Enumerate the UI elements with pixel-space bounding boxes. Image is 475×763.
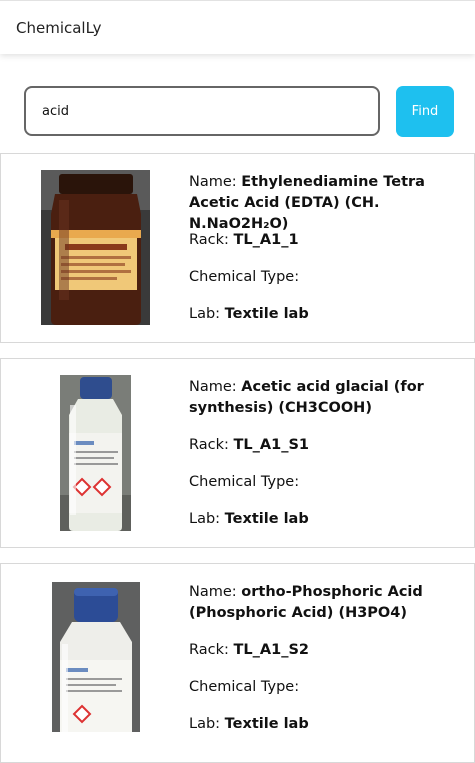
top-app-bar: ChemicalLy (0, 0, 475, 54)
lab-value: Textile lab (224, 716, 309, 732)
rack-row: Rack: TL_A1_S1 (189, 437, 309, 453)
name-row: Name: Ethylenediamine Tetra Acetic Acid … (189, 174, 425, 232)
result-card[interactable]: Name: Ethylenediamine Tetra Acetic Acid … (0, 153, 475, 343)
chemical-type-row: Chemical Type: (189, 269, 300, 285)
lab-value: Textile lab (224, 306, 309, 322)
name-row: Name: Acetic acid glacial (for synthesis… (189, 379, 424, 416)
app-title: ChemicalLy (16, 19, 102, 37)
search-input[interactable] (24, 86, 380, 136)
chemical-type-row: Chemical Type: (189, 679, 300, 695)
result-card[interactable]: Name: ortho-Phosphoric Acid (Phosphoric … (0, 563, 475, 763)
chemical-image (52, 582, 140, 732)
rack-value: TL_A1_S2 (233, 642, 309, 658)
rack-value: TL_A1_1 (233, 232, 299, 248)
lab-row: Lab: Textile lab (189, 716, 309, 732)
chemical-image (41, 170, 150, 325)
name-row: Name: ortho-Phosphoric Acid (Phosphoric … (189, 584, 423, 621)
rack-value: TL_A1_S1 (233, 437, 309, 453)
chemical-image (60, 375, 131, 531)
lab-row: Lab: Textile lab (189, 511, 309, 527)
result-card[interactable]: Name: Acetic acid glacial (for synthesis… (0, 358, 475, 548)
chemical-type-row: Chemical Type: (189, 474, 300, 490)
rack-row: Rack: TL_A1_S2 (189, 642, 309, 658)
rack-row: Rack: TL_A1_1 (189, 232, 299, 248)
lab-row: Lab: Textile lab (189, 306, 309, 322)
find-button[interactable]: Find (396, 86, 454, 137)
lab-value: Textile lab (224, 511, 309, 527)
